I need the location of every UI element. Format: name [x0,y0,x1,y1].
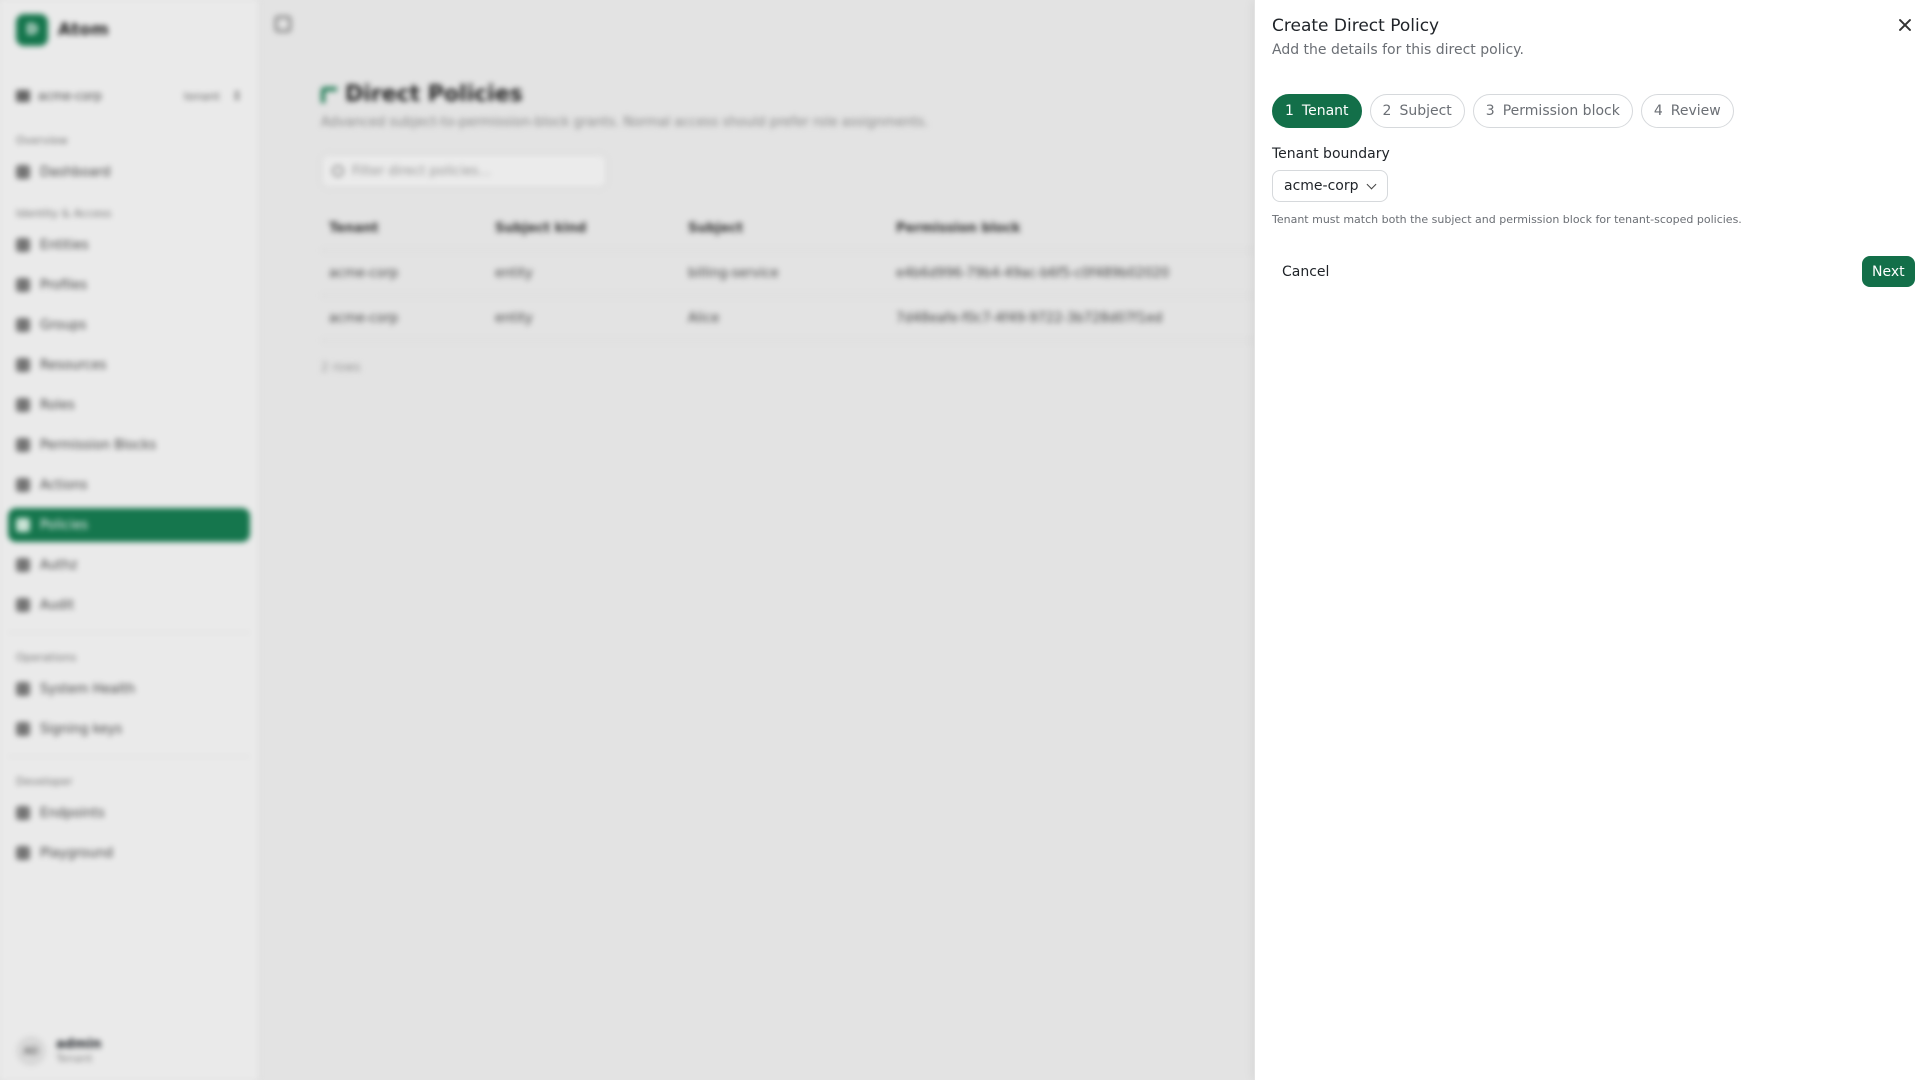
select-value: acme-corp [1284,178,1359,194]
step-review[interactable]: 4 Review [1640,94,1734,128]
chevron-down-icon [1367,179,1377,189]
step-label: Permission block [1502,103,1620,119]
step-label: Review [1670,103,1721,119]
step-subject[interactable]: 2 Subject [1369,94,1465,128]
modal-backdrop[interactable] [0,0,1254,1080]
tenant-boundary-label: Tenant boundary [1272,146,1390,162]
tenant-boundary-help: Tenant must match both the subject and p… [1272,213,1742,226]
step-number: 1 [1285,103,1294,119]
step-tenant[interactable]: 1 Tenant [1272,94,1362,128]
step-number: 4 [1653,103,1663,119]
step-number: 3 [1485,103,1495,119]
drawer-description: Add the details for this direct policy. [1272,42,1524,58]
tenant-boundary-select[interactable]: acme-corp [1272,170,1389,202]
next-button[interactable]: Next [1862,256,1915,287]
step-label: Tenant [1301,103,1349,119]
drawer-title: Create Direct Policy [1272,16,1440,36]
step-permission-block[interactable]: 3 Permission block [1472,94,1633,128]
step-number: 2 [1382,103,1392,119]
stepper: 1 Tenant 2 Subject 3 Permission block 4 … [1272,94,1734,128]
close-icon[interactable] [1896,16,1914,34]
step-label: Subject [1399,103,1452,119]
create-policy-drawer: Create Direct Policy Add the details for… [1254,0,1920,1080]
cancel-button[interactable]: Cancel [1272,256,1339,288]
